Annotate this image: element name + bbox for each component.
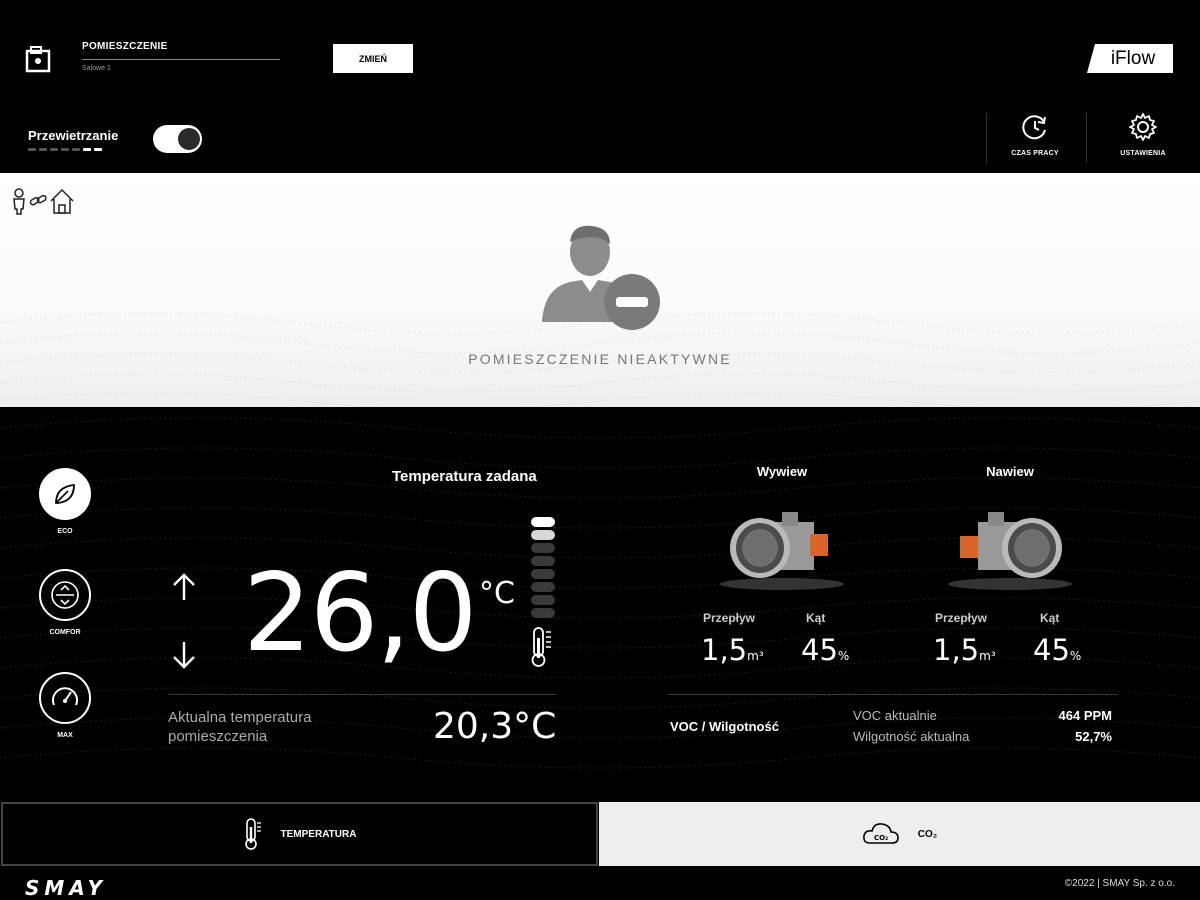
mode-eco-label: ECO (57, 528, 73, 535)
voc-current-label: VOC aktualnie (853, 708, 937, 723)
supply-flow-label: Przepływ (935, 611, 988, 625)
exhaust-flow-unit: m³ (747, 649, 764, 663)
user-inactive-icon (542, 225, 660, 330)
settings-label: USTAWIENIA (1120, 150, 1166, 157)
exhaust-flow-number: 1,5 (701, 633, 748, 667)
mode-comfort-label: COMFOR (49, 629, 81, 636)
control-panel: ECO COMFOR MAX Temperatura zadana 26,0 °… (0, 408, 1200, 802)
set-temperature-title: Temperatura zadana (392, 468, 537, 485)
ventilation-label: Przewietrzanie (28, 128, 119, 143)
cloud-co2-icon: CO₂ (862, 823, 899, 844)
thermometer-icon (244, 818, 261, 850)
ventilation-toggle[interactable] (153, 125, 202, 153)
mode-comfort-circle (39, 569, 91, 621)
leaf-icon (55, 483, 75, 504)
current-temperature-value: 20,3°C (433, 706, 557, 747)
current-temperature-label-line1: Aktualna temperatura (168, 709, 312, 726)
brand-name: iFlow (1110, 47, 1156, 69)
exhaust-angle-unit: % (837, 649, 850, 663)
person-icon (13, 188, 25, 215)
exhaust-damper-image (720, 512, 844, 590)
toggle-knob (178, 128, 200, 150)
tab-temperature[interactable]: TEMPERATURA (1, 802, 598, 866)
room-subtitle: Salowe 1 (82, 65, 111, 72)
current-temperature-label-line2: pomieszczenia (168, 728, 268, 745)
tab-co2[interactable]: CO₂ CO₂ (599, 802, 1200, 866)
temperature-down-arrow-icon[interactable] (170, 640, 198, 670)
current-temperature-label: Aktualna temperatura pomieszczenia (168, 708, 311, 746)
supply-flow-value: 1,5m³ (933, 633, 996, 667)
mode-comfort-button[interactable]: COMFOR (38, 569, 92, 636)
humidity-current-label: Wilgotność aktualna (853, 729, 970, 744)
temperature-level-bar[interactable] (531, 517, 555, 618)
exhaust-angle-value: 45% (801, 633, 849, 667)
thermometer-icon (531, 627, 551, 667)
home-icon (50, 188, 74, 214)
supply-angle-unit: % (1069, 649, 1082, 663)
work-time-label: CZAS PRACY (1011, 150, 1059, 157)
mode-max-button[interactable]: MAX (38, 672, 92, 739)
room-icon (25, 46, 51, 73)
comfort-icon (51, 581, 79, 609)
voc-current-value: 464 PPM (1058, 708, 1112, 723)
room-title-underline (82, 59, 280, 60)
link-icon (29, 194, 47, 206)
mode-eco-button[interactable]: ECO (38, 468, 92, 535)
exhaust-angle-label: Kąt (806, 611, 826, 625)
ventilation-indicator (28, 148, 102, 152)
supply-damper-image (948, 512, 1072, 590)
voc-divider (668, 694, 1118, 695)
mode-max-circle (39, 672, 91, 724)
work-time-button[interactable]: CZAS PRACY (985, 112, 1085, 164)
clock-refresh-icon (1022, 115, 1046, 140)
humidity-current-value: 52,7% (1075, 729, 1112, 744)
svg-text:CO₂: CO₂ (874, 834, 888, 842)
supply-angle-number: 45 (1033, 633, 1070, 667)
exhaust-flow-value: 1,5m³ (701, 633, 764, 667)
mode-max-label: MAX (57, 732, 73, 739)
bottom-tabs: TEMPERATURA CO₂ CO₂ (0, 802, 1200, 866)
supply-title: Nawiew (986, 464, 1034, 479)
settings-button[interactable]: USTAWIENIA (1093, 112, 1193, 164)
change-room-button[interactable]: ZMIEŃ (333, 44, 413, 73)
brand-logo: iFlow (1087, 44, 1173, 73)
mode-eco-circle (39, 468, 91, 520)
gear-icon (1129, 113, 1157, 141)
temperature-up-arrow-icon[interactable] (170, 572, 198, 602)
speedometer-icon (52, 687, 78, 706)
tab-temperature-label: TEMPERATURA (280, 828, 357, 840)
supply-angle-label: Kąt (1040, 611, 1060, 625)
status-mode-icons (10, 187, 76, 215)
top-header: POMIESZCZENIE Salowe 1 ZMIEŃ iFlow Przew… (0, 0, 1200, 172)
header-separator (1086, 113, 1087, 163)
tab-co2-label: CO₂ (917, 828, 938, 840)
temperature-divider (168, 694, 556, 695)
smay-logo: SMAY (25, 876, 107, 900)
copyright: ©2022 | SMAY Sp. z o.o. (1064, 878, 1175, 889)
supply-angle-value: 45% (1033, 633, 1081, 667)
supply-flow-unit: m³ (979, 649, 996, 663)
set-temperature-unit: °C (479, 576, 515, 611)
exhaust-title: Wywiew (756, 464, 808, 479)
set-temperature-value: 26,0 (243, 551, 477, 676)
voc-humidity-title: VOC / Wilgotność (670, 719, 779, 734)
room-status-text: POMIESZCZENIE NIEAKTYWNE (468, 351, 732, 367)
exhaust-angle-number: 45 (801, 633, 838, 667)
room-title: POMIESZCZENIE (82, 41, 168, 52)
room-status-panel: POMIESZCZENIE NIEAKTYWNE (0, 173, 1200, 407)
exhaust-flow-label: Przepływ (703, 611, 756, 625)
footer: SMAY ©2022 | SMAY Sp. z o.o. (0, 866, 1200, 900)
supply-flow-number: 1,5 (933, 633, 980, 667)
